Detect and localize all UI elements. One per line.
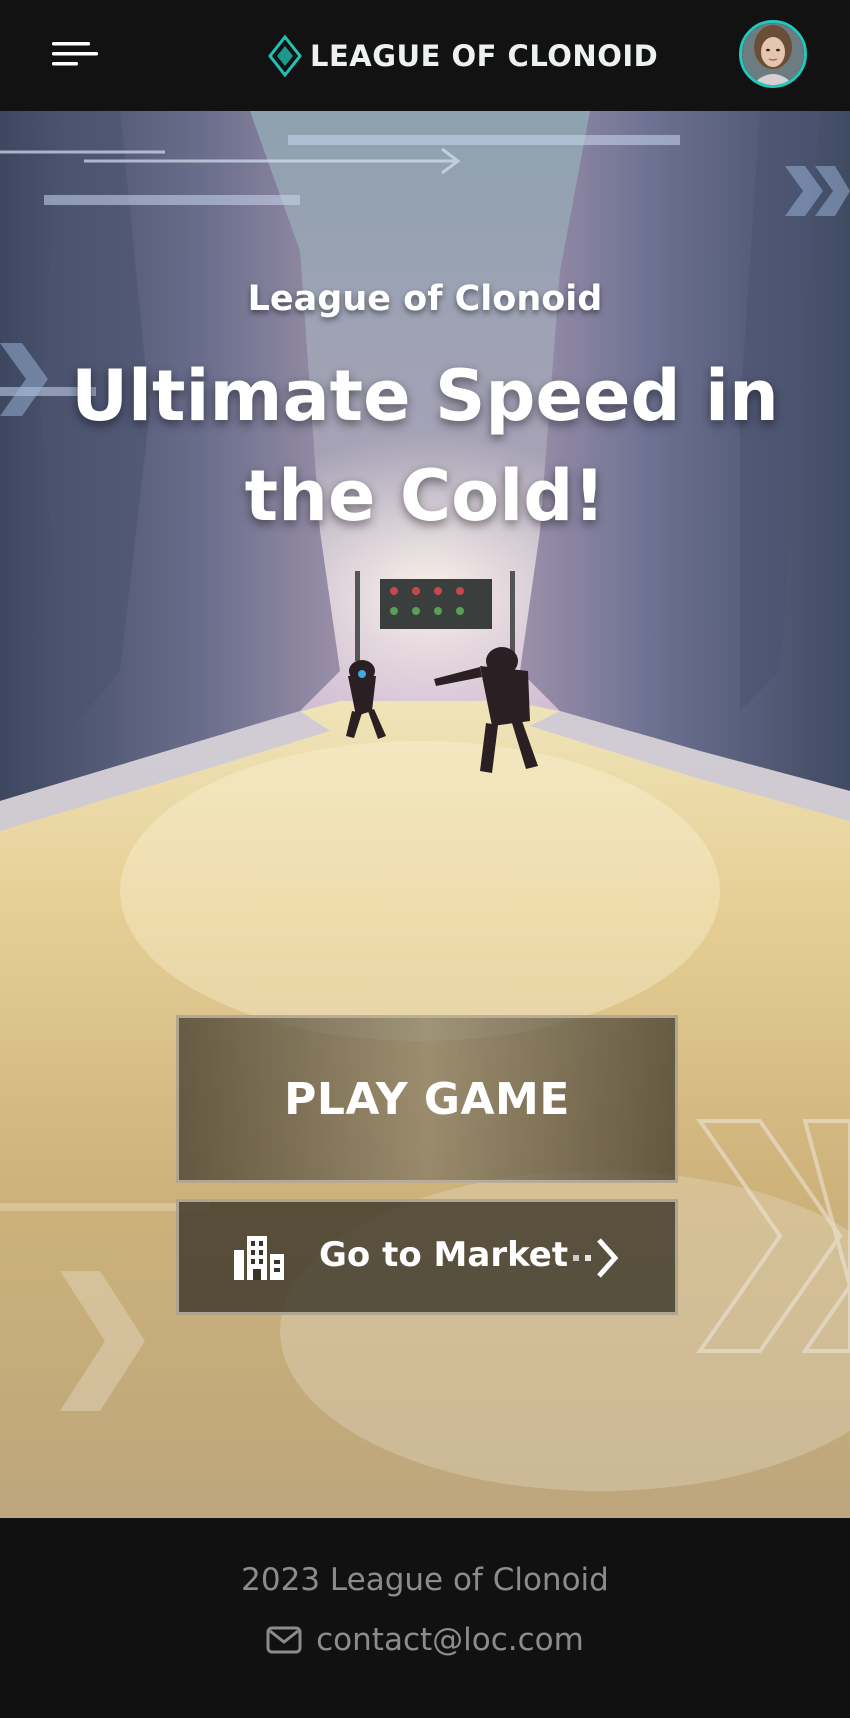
logo-text: LEAGUE OF CLONOID (310, 39, 659, 73)
contact-email-link[interactable]: contact@loc.com (0, 1622, 850, 1658)
hamburger-menu-icon[interactable] (48, 36, 108, 76)
play-game-button[interactable]: PLAY GAME (176, 1015, 678, 1183)
hero-subtitle: League of Clonoid (247, 279, 603, 319)
user-avatar[interactable] (739, 20, 807, 88)
contact-email-text: contact@loc.com (316, 1622, 584, 1658)
building-icon (234, 1236, 284, 1280)
page-footer: 2023 League of Clonoid contact@loc.com (0, 1518, 850, 1718)
hero-title: Ultimate Speed in the Cold! (71, 355, 779, 537)
go-to-market-label: Go to Market (319, 1235, 569, 1275)
copyright-text: 2023 League of Clonoid (241, 1562, 609, 1598)
top-header: LEAGUE OF CLONOID (0, 0, 850, 111)
go-to-market-button[interactable]: Go to Market (176, 1199, 678, 1315)
diamond-logo-icon (268, 35, 302, 77)
brand-logo[interactable]: LEAGUE OF CLONOID (268, 34, 658, 78)
hero-section: League of Clonoid Ultimate Speed in the … (0, 111, 850, 1518)
arrow-right-icon (573, 1238, 619, 1278)
app-page: LEAGUE OF CLONOID League of Clonoid Ulti… (0, 0, 850, 1718)
play-game-label: PLAY GAME (284, 1073, 570, 1125)
mail-icon (266, 1626, 302, 1654)
